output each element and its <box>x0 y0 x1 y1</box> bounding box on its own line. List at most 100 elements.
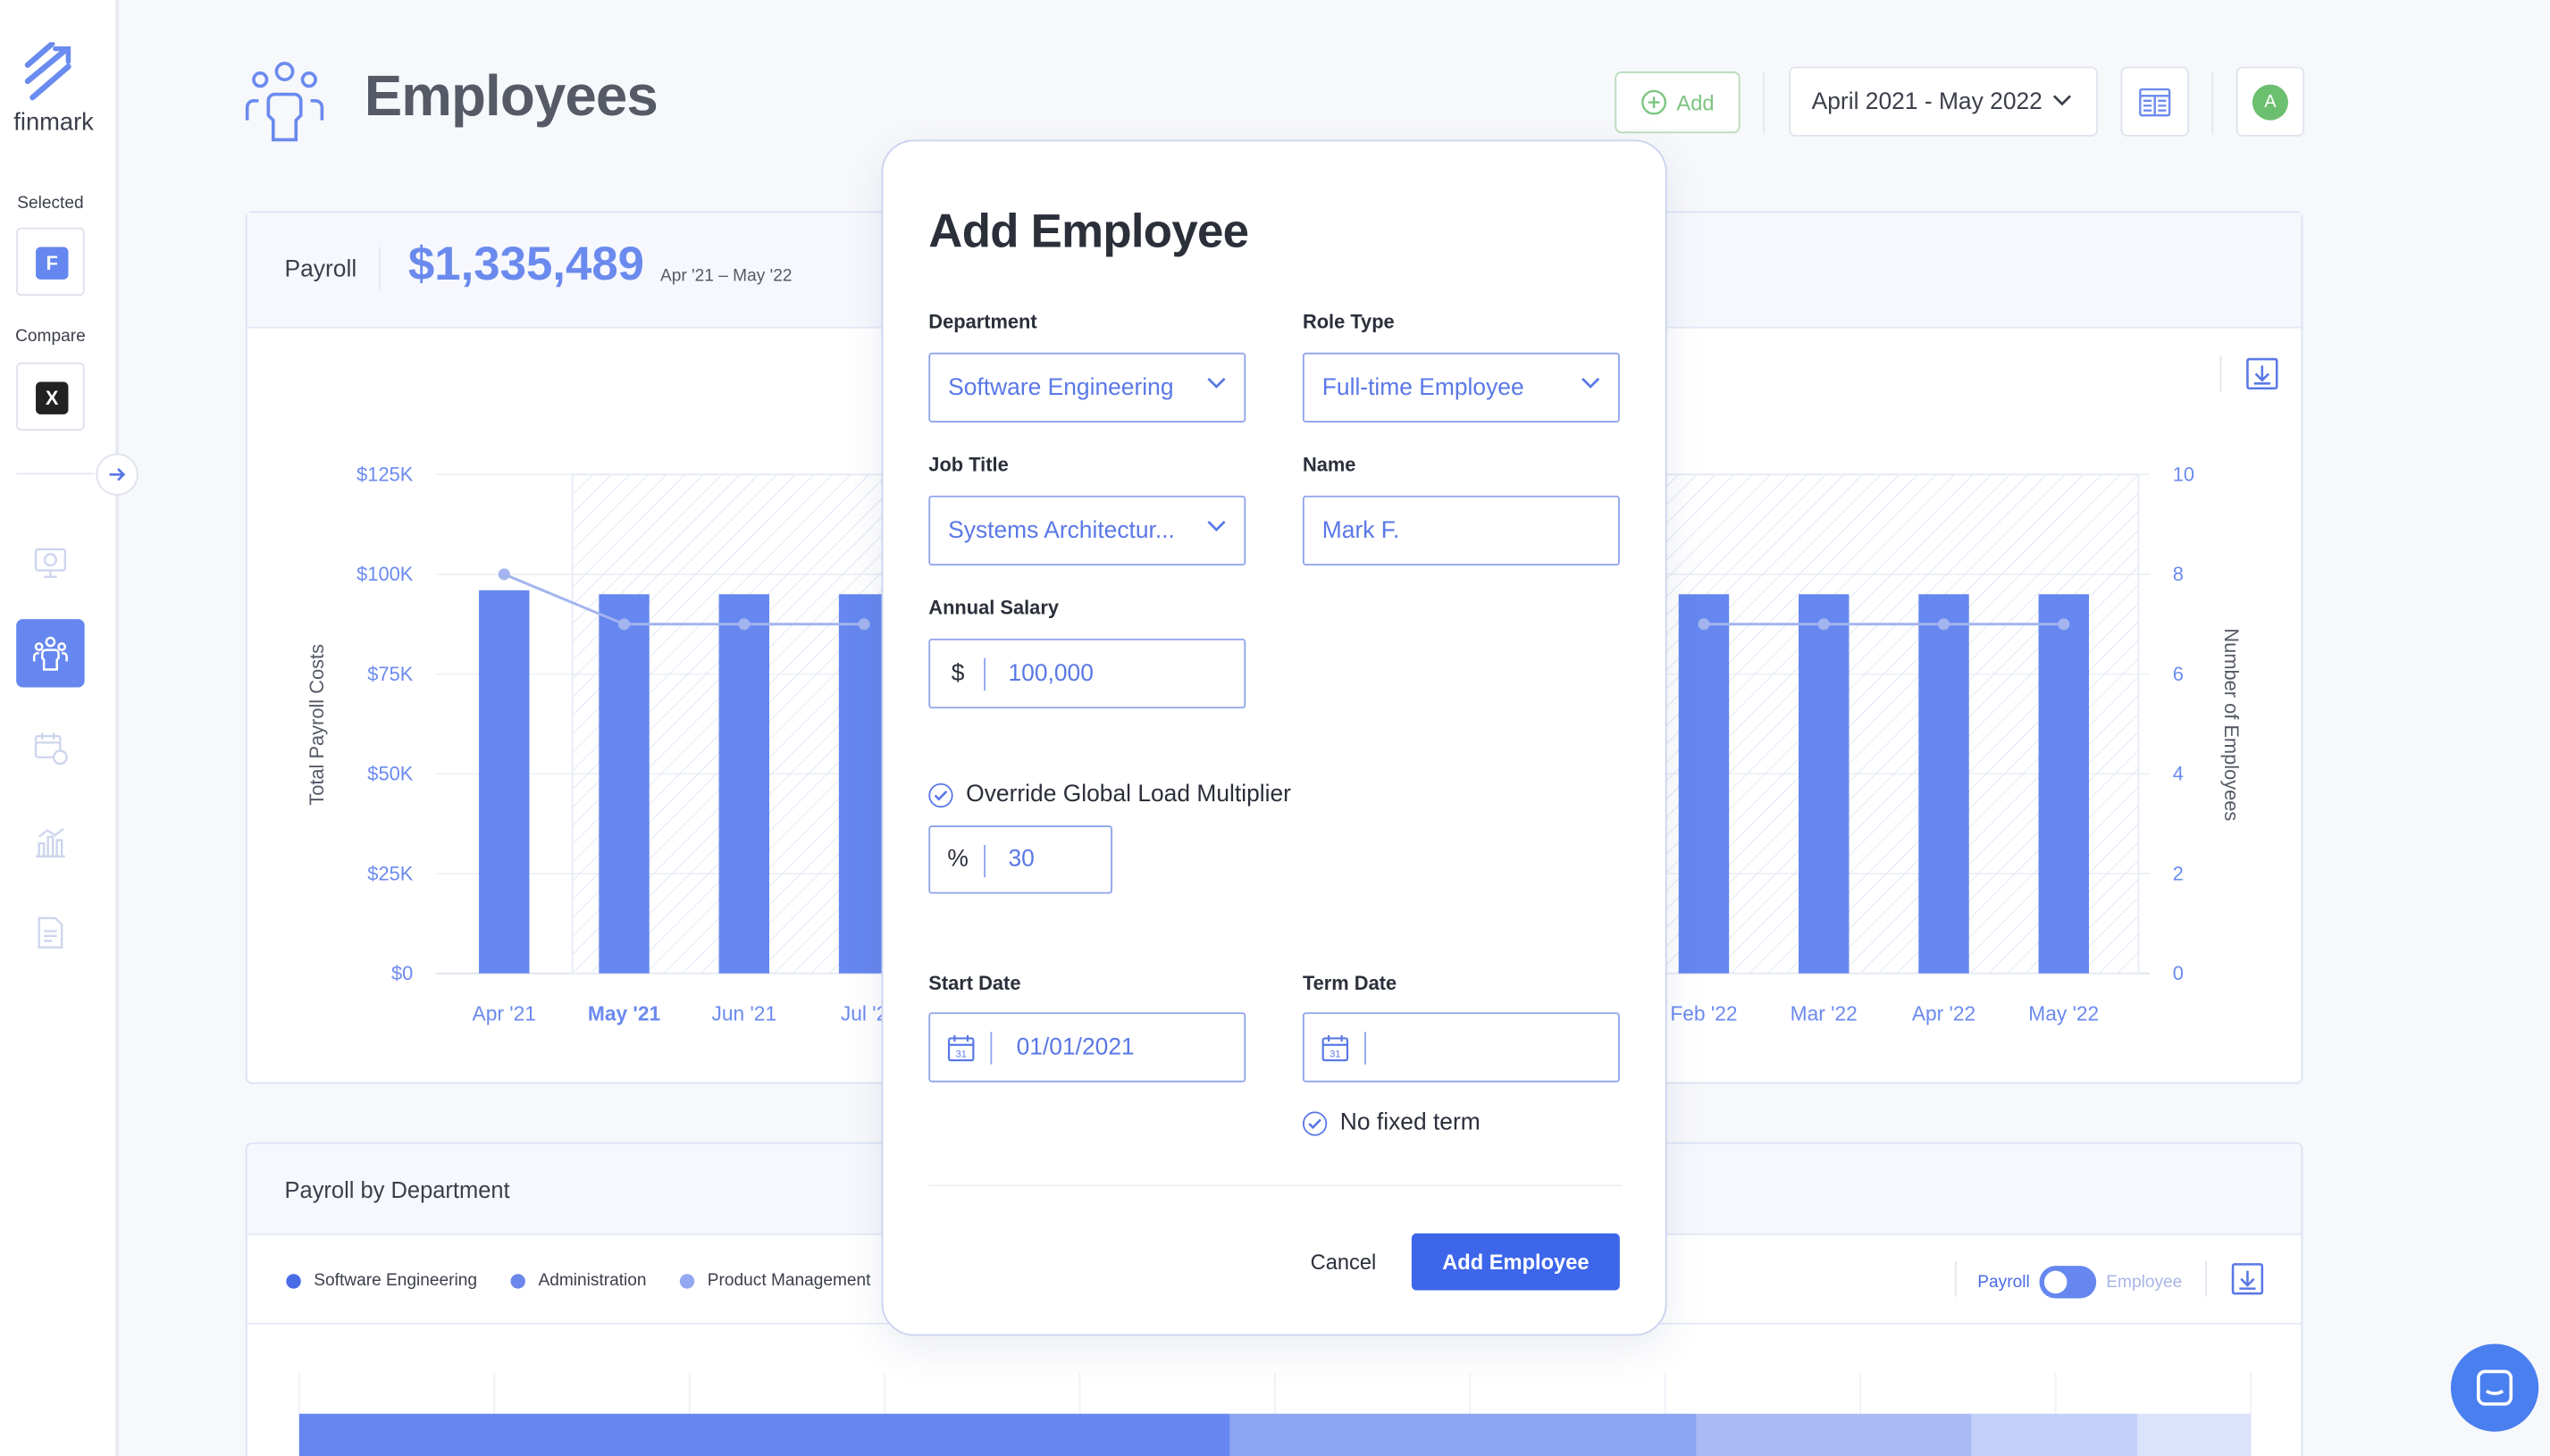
toggle-knob <box>2044 1270 2068 1294</box>
x-tick-label: May '22 <box>2028 1001 2099 1025</box>
legend-item-software-engineering: Software Engineering <box>286 1270 478 1291</box>
modal-divider <box>928 1184 1622 1187</box>
department-card-title: Payroll by Department <box>284 1176 510 1203</box>
y-tick-label: $50K <box>367 763 413 785</box>
no-fixed-term-checkbox[interactable]: No fixed term <box>1302 1109 1481 1136</box>
y-axis-title: Total Payroll Costs <box>306 644 328 806</box>
annual-salary-value: 100,000 <box>1008 660 1094 687</box>
employees-point <box>1937 618 1950 631</box>
svg-text:31: 31 <box>1330 1048 1340 1059</box>
term-date-input[interactable]: 31 <box>1302 1012 1620 1083</box>
employees-point <box>738 618 751 631</box>
legend-item-product-management: Product Management <box>679 1270 871 1291</box>
y2-axis-title: Number of Employees <box>2220 628 2243 821</box>
y2-tick-label: 4 <box>2173 763 2184 785</box>
payroll-employee-toggle[interactable]: Payroll Employee <box>1977 1266 2183 1299</box>
term-date-label: Term Date <box>1302 971 1397 995</box>
x-tick-label: Apr '22 <box>1912 1001 1975 1025</box>
currency-prefix: $ <box>930 640 986 707</box>
add-employee-modal: Add Employee Department Software Enginee… <box>881 139 1667 1336</box>
y-tick-label: $100K <box>356 563 414 585</box>
annual-salary-input[interactable]: $ 100,000 <box>928 638 1246 709</box>
chart-bar <box>599 594 650 974</box>
stack-segment <box>1971 1413 2138 1456</box>
x-tick-label: Jun '21 <box>711 1001 776 1025</box>
chart-bar <box>1799 594 1850 974</box>
x-tick-label: Mar '22 <box>1791 1001 1858 1025</box>
cancel-button[interactable]: Cancel <box>1295 1234 1392 1291</box>
y2-tick-label: 2 <box>2173 862 2184 884</box>
stack-segment <box>298 1413 1230 1456</box>
percent-prefix: % <box>930 827 986 892</box>
chart-bar <box>2038 594 2089 974</box>
job-title-select[interactable]: Systems Architectur... <box>928 495 1246 566</box>
legend-label: Software Engineering <box>314 1270 478 1291</box>
override-label: Override Global Load Multiplier <box>966 782 1291 808</box>
annual-salary-label: Annual Salary <box>928 596 1059 620</box>
y-tick-label: $25K <box>367 862 413 884</box>
x-tick-label: Jul '2 <box>841 1001 887 1025</box>
load-multiplier-value: 30 <box>1008 846 1035 873</box>
job-title-value: Systems Architectur... <box>948 517 1175 544</box>
name-value: Mark F. <box>1321 517 1400 544</box>
y2-tick-label: 6 <box>2173 663 2184 685</box>
modal-title: Add Employee <box>928 206 1249 259</box>
check-circle-icon <box>928 782 953 807</box>
legend-dot <box>286 1273 301 1288</box>
role-type-label: Role Type <box>1302 310 1395 333</box>
y-tick-label: $125K <box>356 463 414 485</box>
svg-text:31: 31 <box>956 1048 967 1059</box>
chat-icon <box>2477 1369 2513 1406</box>
name-label: Name <box>1302 453 1356 477</box>
add-employee-button[interactable]: Add Employee <box>1411 1233 1620 1291</box>
x-tick-label: Apr '21 <box>473 1001 536 1025</box>
chevron-down-icon <box>1207 377 1226 389</box>
no-fixed-term-label: No fixed term <box>1339 1109 1481 1136</box>
load-multiplier-input[interactable]: % 30 <box>928 825 1112 894</box>
legend-label: Product Management <box>707 1270 871 1291</box>
download-icon[interactable] <box>2229 1261 2265 1297</box>
y2-tick-label: 8 <box>2173 563 2184 585</box>
employees-point <box>858 618 870 631</box>
calendar-icon[interactable]: 31 <box>1304 1014 1366 1081</box>
toggle-label-employee: Employee <box>2106 1272 2183 1293</box>
department-select[interactable]: Software Engineering <box>928 352 1246 423</box>
role-type-select[interactable]: Full-time Employee <box>1302 352 1620 423</box>
employees-point <box>1698 618 1710 631</box>
start-date-input[interactable]: 31 01/01/2021 <box>928 1012 1246 1083</box>
department-value: Software Engineering <box>948 374 1174 401</box>
stack-segment <box>2137 1413 2252 1456</box>
legend-item-administration: Administration <box>510 1270 647 1291</box>
calendar-icon[interactable]: 31 <box>930 1014 993 1081</box>
employees-point <box>498 568 510 581</box>
toggle-divider-right <box>2205 1260 2207 1297</box>
employees-point <box>1817 618 1830 631</box>
chart-bar <box>479 590 530 974</box>
y2-tick-label: 0 <box>2173 962 2184 984</box>
y-tick-label: $0 <box>391 962 413 984</box>
start-date-label: Start Date <box>928 971 1021 995</box>
toggle-switch[interactable] <box>2039 1266 2097 1299</box>
chevron-down-icon <box>1581 377 1600 389</box>
department-stack-chart <box>298 1373 2252 1456</box>
role-type-value: Full-time Employee <box>1321 374 1524 401</box>
chart-bar <box>1678 594 1730 974</box>
employees-point <box>617 618 631 631</box>
check-circle-icon <box>1302 1110 1328 1135</box>
override-load-multiplier-checkbox[interactable]: Override Global Load Multiplier <box>928 782 1291 807</box>
stack-segment <box>1696 1413 1972 1456</box>
y-tick-label: $75K <box>367 663 413 685</box>
legend-label: Administration <box>538 1270 647 1291</box>
start-date-value: 01/01/2021 <box>1016 1033 1135 1061</box>
name-input[interactable]: Mark F. <box>1302 495 1620 566</box>
toggle-divider-left <box>1954 1260 1957 1297</box>
x-tick-label: May '21 <box>588 1001 661 1025</box>
department-label: Department <box>928 310 1037 333</box>
job-title-label: Job Title <box>928 453 1009 477</box>
chevron-down-icon <box>1207 520 1226 531</box>
chat-launcher-button[interactable] <box>2450 1343 2539 1432</box>
toggle-label-payroll: Payroll <box>1977 1272 2030 1293</box>
employees-point <box>2058 618 2070 631</box>
legend-dot <box>510 1273 525 1288</box>
chart-bar <box>718 594 770 974</box>
